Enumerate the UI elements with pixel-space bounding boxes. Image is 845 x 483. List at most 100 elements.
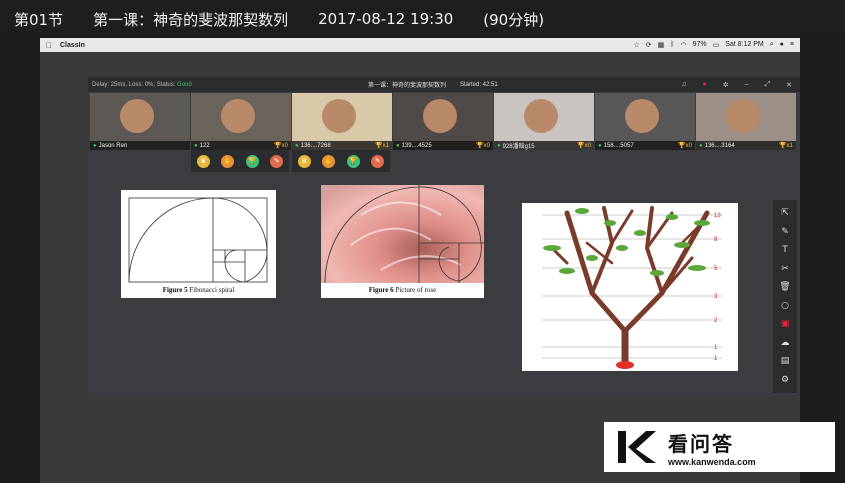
wifi-icon[interactable]: ◠ [680,41,686,49]
sync-icon[interactable]: ⟳ [646,41,652,49]
participant-video [625,99,659,133]
bluetooth-icon[interactable]: ᛒ [670,41,674,49]
video-tile[interactable]: ● 136....3164 🏆x1 [696,93,796,150]
level-label: 3 [714,294,718,300]
trophy-count: 🏆x0 [678,143,692,149]
level-label: 2 [714,318,718,324]
mic-icon[interactable]: ● [598,143,602,149]
participant-video [423,99,457,133]
user-icon[interactable]: ● [780,41,784,49]
trash-icon[interactable]: 🗑 [777,279,793,295]
trophy-count: 🏆x0 [577,143,591,149]
pen-icon[interactable]: ✎ [371,154,385,168]
mic-icon[interactable]: ● [396,143,400,149]
participant-name: 928潘晗g15 [502,144,535,150]
kanwenda-logo-icon [618,431,656,463]
lesson-title: 第一课：神奇的斐波那契数列 [93,10,289,29]
pen-tool-icon[interactable]: ✎ [777,224,793,240]
settings-icon[interactable]: ✲ [723,81,729,89]
spiral-drawing [128,197,268,283]
minimize-icon[interactable]: – [745,81,749,89]
level-label: 8 [714,237,718,243]
menu-bar-status: ☆ ⟳ ▦ ᛒ ◠ 97% ▭ Sat 8:12 PM ⌕ ● ≡ [633,41,794,49]
select-cursor-icon[interactable]: ⇱ [777,205,793,221]
lesson-duration: (90分钟) [483,10,545,29]
level-label: 5 [714,266,718,272]
connection-status: Delay: 25ms, Loss: 0%, Status: Good [92,81,192,88]
video-tile[interactable]: ● Jason Ren [90,93,190,150]
video-tile[interactable]: ● 928潘晗g15 🏆x0 [494,93,594,150]
participant-video [524,99,558,133]
participant-name: 136....7268 [300,142,331,149]
mic-icon[interactable]: ● [194,143,198,149]
participant-name: 136....3164 [704,142,735,149]
app-menu-name[interactable]: ClassIn [60,42,85,49]
mic-icon[interactable]: ● [699,143,703,149]
pen-icon[interactable]: ✎ [270,154,284,168]
participant-name: 139....4525 [401,142,432,149]
scissors-icon[interactable]: ✂ [777,261,793,277]
close-icon[interactable]: ✕ [786,81,792,89]
rose-figure[interactable]: Figure 6 Picture of rose [321,185,484,298]
participant-video [322,99,356,133]
cabinet-icon[interactable]: ▤ [777,353,793,369]
lesson-banner: 第01节 第一课：神奇的斐波那契数列 2017-08-12 19:30 (90分… [0,0,845,38]
hand-icon[interactable]: ✋ [322,154,336,168]
video-tile[interactable]: ● 139....4525 🏆x0 [393,93,493,150]
tree-level-numbers: 13 8 5 3 2 1 1 [714,213,721,362]
text-tool-icon[interactable]: T [777,242,793,258]
menu-clock[interactable]: Sat 8:12 PM [725,41,764,49]
trophy-count: 🏆x1 [375,143,389,149]
trophy-icon[interactable]: 🏆 [245,154,259,168]
battery-icon: ▭ [712,42,720,49]
video-strip: ● Jason Ren ● 122 🏆x0 ● 136....7268 🏆x1 ● 139.… [90,93,796,150]
fullscreen-icon[interactable]: ⤢ [765,81,771,89]
crown-icon[interactable]: ♛ [196,154,210,168]
shape-tool-icon[interactable]: ○ [777,298,793,314]
hand-icon[interactable]: ✋ [221,154,235,168]
bookmark-icon[interactable]: ☆ [633,41,639,49]
grid-icon[interactable]: ▦ [658,41,665,49]
lesson-number: 第01节 [14,10,64,29]
record-icon[interactable]: ● [703,81,707,89]
battery-level[interactable]: 97% [693,41,707,49]
rose-picture [321,185,484,284]
fibonacci-tree-figure[interactable]: 13 8 5 3 2 1 1 [522,203,738,371]
level-label: 13 [714,213,721,219]
mic-icon[interactable]: ● [93,143,97,149]
toolbox-icon[interactable]: ▣ [777,316,793,332]
trophy-count: 🏆x0 [476,143,490,149]
search-icon[interactable]: ⌕ [770,41,774,49]
cloud-icon[interactable]: ☁ [777,335,793,351]
whiteboard-toolbar: ⇱ ✎ T ✂ 🗑 ○ ▣ ☁ ▤ ⚙ [773,200,797,393]
bell-icon[interactable]: ♫ [681,81,686,89]
classroom-title: 第一课：神奇的斐波那契数列 [368,83,447,89]
fibonacci-spiral-figure[interactable]: Figure 5 Fibonacci spiral [121,190,276,298]
trophy-icon[interactable]: 🏆 [346,154,360,168]
trophy-count: 🏆x0 [274,143,288,149]
mic-icon[interactable]: ● [497,143,501,149]
tree-drawing: 13 8 5 3 2 1 1 [542,206,722,369]
participant-name: 158....5057 [603,142,634,149]
level-label: 1 [714,345,718,351]
site-watermark: 看问答 www.kanwenda.com [604,422,835,472]
mic-icon[interactable]: ● [295,143,299,149]
list-icon[interactable]: ≡ [790,41,794,49]
participant-video [120,99,154,133]
crown-icon[interactable]: ♛ [297,154,311,168]
watermark-url: www.kanwenda.com [668,456,756,467]
left-letterbox [0,52,40,483]
classroom-titlebar: Delay: 25ms, Loss: 0%, Status: Good 第一课：… [88,77,800,92]
video-tile[interactable]: ● 136....7268 🏆x1 [292,93,392,150]
mac-menu-bar:  ClassIn ☆ ⟳ ▦ ᛒ ◠ 97% ▭ Sat 8:12 PM ⌕ … [40,38,800,52]
participant-video [221,99,255,133]
apple-icon[interactable]:  [46,41,52,50]
lesson-datetime: 2017-08-12 19:30 [318,10,454,28]
class-timer: Started: 42:51 [460,81,498,88]
video-tile[interactable]: ● 158....5057 🏆x0 [595,93,695,150]
participant-name: 122 [199,142,210,149]
reward-bar: ♛ ✋ 🏆 ✎ [191,150,289,172]
watermark-title: 看问答 [668,431,734,456]
tools-icon[interactable]: ⚙ [777,372,793,388]
video-tile[interactable]: ● 122 🏆x0 [191,93,291,150]
